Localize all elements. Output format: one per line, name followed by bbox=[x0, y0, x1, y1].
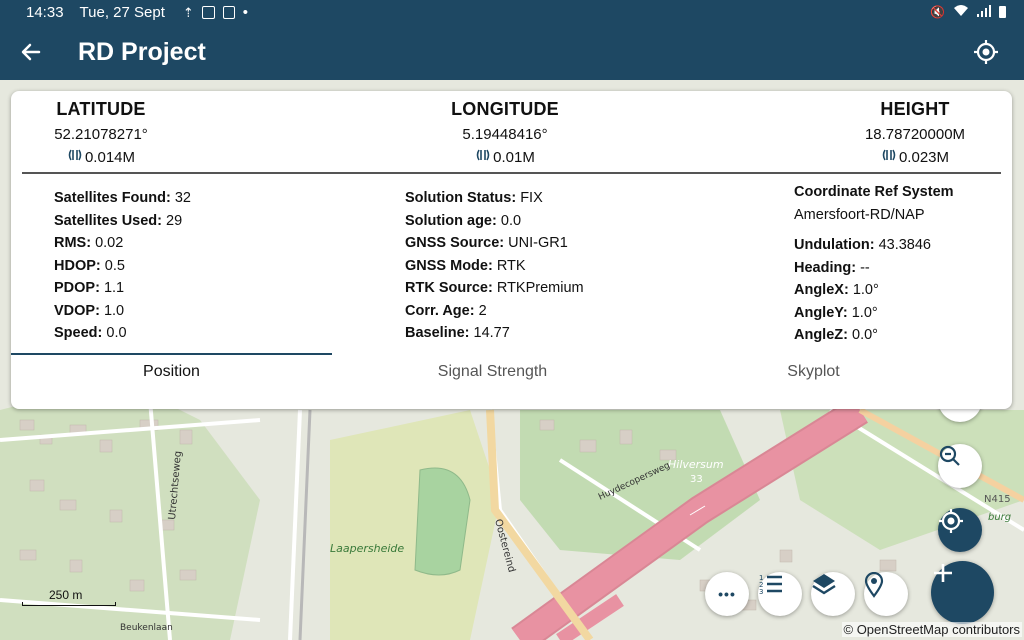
accuracy-icon bbox=[475, 148, 491, 166]
stat-row: GNSS Mode: RTK bbox=[405, 257, 526, 274]
map-label-beukenlaan: Beukenlaan bbox=[120, 623, 173, 633]
stat-row: GNSS Source: UNI-GR1 bbox=[405, 235, 568, 251]
status-time: 14:33 bbox=[26, 4, 64, 21]
scale-line bbox=[22, 602, 116, 606]
latitude-header: LATITUDE bbox=[56, 99, 146, 119]
height-accuracy: 0.023M bbox=[854, 148, 976, 166]
longitude-accuracy-value: 0.01M bbox=[493, 148, 535, 166]
longitude-value: 5.19448416° bbox=[462, 126, 548, 143]
page-title: RD Project bbox=[78, 38, 206, 66]
stat-row: Undulation: 43.3846 bbox=[794, 237, 931, 253]
longitude-header: LONGITUDE bbox=[451, 99, 559, 119]
latitude-value: 52.21078271° bbox=[54, 126, 148, 143]
stat-row: AngleX: 1.0° bbox=[794, 282, 879, 298]
app-bar: RD Project bbox=[0, 25, 1024, 80]
wifi-icon bbox=[953, 4, 969, 20]
my-location-button[interactable] bbox=[938, 508, 982, 552]
ordered-list-button[interactable]: 123 bbox=[758, 572, 802, 616]
height-value: 18.78720000M bbox=[864, 126, 966, 143]
longitude-accuracy: 0.01M bbox=[425, 148, 585, 166]
stat-row: HDOP: 0.5 bbox=[54, 257, 125, 274]
tab-label: Position bbox=[143, 363, 200, 380]
stat-row: AngleZ: 0.0° bbox=[794, 327, 878, 343]
stat-row: PDOP: 1.1 bbox=[54, 280, 125, 296]
zoom-out-button[interactable] bbox=[938, 444, 982, 488]
tab-position[interactable]: Position bbox=[11, 353, 332, 409]
crs-label: Coordinate Ref System bbox=[794, 184, 954, 200]
place-marker-button[interactable] bbox=[864, 572, 908, 616]
status-bar: 14:33 Tue, 27 Sept ⇡ • 🔇 bbox=[0, 0, 1024, 25]
status-date: Tue, 27 Sept bbox=[79, 4, 165, 21]
gnss-info-panel: LATITUDE 52.21078271° 0.014M LONGITUDE 5… bbox=[11, 91, 1012, 409]
add-button[interactable] bbox=[931, 561, 994, 624]
tab-signal-strength[interactable]: Signal Strength bbox=[332, 353, 653, 409]
map-label-burg: burg bbox=[988, 512, 1011, 523]
accuracy-icon bbox=[67, 148, 83, 166]
stat-row: Satellites Found: 32 bbox=[54, 190, 191, 206]
layers-button[interactable] bbox=[811, 572, 855, 616]
screenshot-icon bbox=[222, 6, 235, 19]
solution-stats: Solution Status: FIX Solution age: 0.0 G… bbox=[405, 187, 584, 345]
height-header: HEIGHT bbox=[880, 99, 950, 119]
scale-label: 250 m bbox=[49, 588, 83, 602]
tab-label: Skyplot bbox=[787, 363, 840, 380]
crs-value: Amersfoort-RD/NAP bbox=[794, 206, 925, 223]
tab-bar: Position Signal Strength Skyplot bbox=[11, 353, 1012, 409]
height-accuracy-value: 0.023M bbox=[898, 148, 950, 166]
tab-skyplot[interactable]: Skyplot bbox=[653, 353, 974, 409]
stat-row: Corr. Age: 2 bbox=[405, 302, 487, 319]
more-dots-icon: ••• bbox=[718, 586, 736, 602]
tab-indicator bbox=[11, 353, 332, 355]
longitude-column: LONGITUDE 5.19448416° 0.01M bbox=[425, 99, 585, 166]
latitude-accuracy: 0.014M bbox=[36, 148, 166, 166]
stat-row: Heading: -- bbox=[794, 259, 870, 276]
battery-icon bbox=[999, 6, 1006, 18]
map-label-hilversum: Hilversum bbox=[668, 458, 724, 471]
stat-row: Satellites Used: 29 bbox=[54, 212, 183, 229]
stat-row: VDOP: 1.0 bbox=[54, 302, 125, 319]
notification-dot: • bbox=[242, 4, 249, 21]
stat-row: AngleY: 1.0° bbox=[794, 304, 878, 321]
svg-text:3: 3 bbox=[759, 588, 763, 596]
panel-divider bbox=[22, 172, 1001, 174]
image-icon bbox=[201, 6, 215, 19]
latitude-accuracy-value: 0.014M bbox=[84, 148, 136, 166]
stat-row: Baseline: 14.77 bbox=[405, 325, 510, 341]
gps-locate-icon[interactable] bbox=[973, 39, 999, 65]
stat-row: RTK Source: RTKPremium bbox=[405, 280, 584, 296]
satellite-stats: Satellites Found: 32 Satellites Used: 29… bbox=[54, 187, 191, 345]
height-column: HEIGHT 18.78720000M 0.023M bbox=[854, 99, 976, 166]
stat-row: Solution age: 0.0 bbox=[405, 212, 522, 229]
accuracy-icon bbox=[881, 148, 897, 166]
latitude-column: LATITUDE 52.21078271° 0.014M bbox=[36, 99, 166, 166]
more-options-button[interactable]: ••• bbox=[705, 572, 749, 616]
stat-row: Speed: 0.0 bbox=[54, 325, 127, 341]
stat-row: Solution Status: FIX bbox=[405, 190, 543, 206]
map-label-n415: N415 bbox=[984, 494, 1011, 505]
map-label-road-33: 33 bbox=[690, 474, 703, 485]
mute-icon: 🔇 bbox=[930, 5, 945, 19]
upload-icon: ⇡ bbox=[182, 4, 194, 20]
map-attribution[interactable]: © OpenStreetMap contributors bbox=[841, 622, 1022, 637]
scale-bar: 250 m bbox=[22, 588, 116, 606]
map-label-laapersheide: Laapersheide bbox=[330, 542, 404, 555]
stat-row: RMS: 0.02 bbox=[54, 235, 124, 251]
tab-label: Signal Strength bbox=[437, 363, 548, 380]
crs-stats: Coordinate Ref System Amersfoort-RD/NAP … bbox=[794, 181, 954, 347]
back-arrow-icon[interactable] bbox=[18, 38, 44, 66]
signal-icon bbox=[977, 4, 991, 20]
